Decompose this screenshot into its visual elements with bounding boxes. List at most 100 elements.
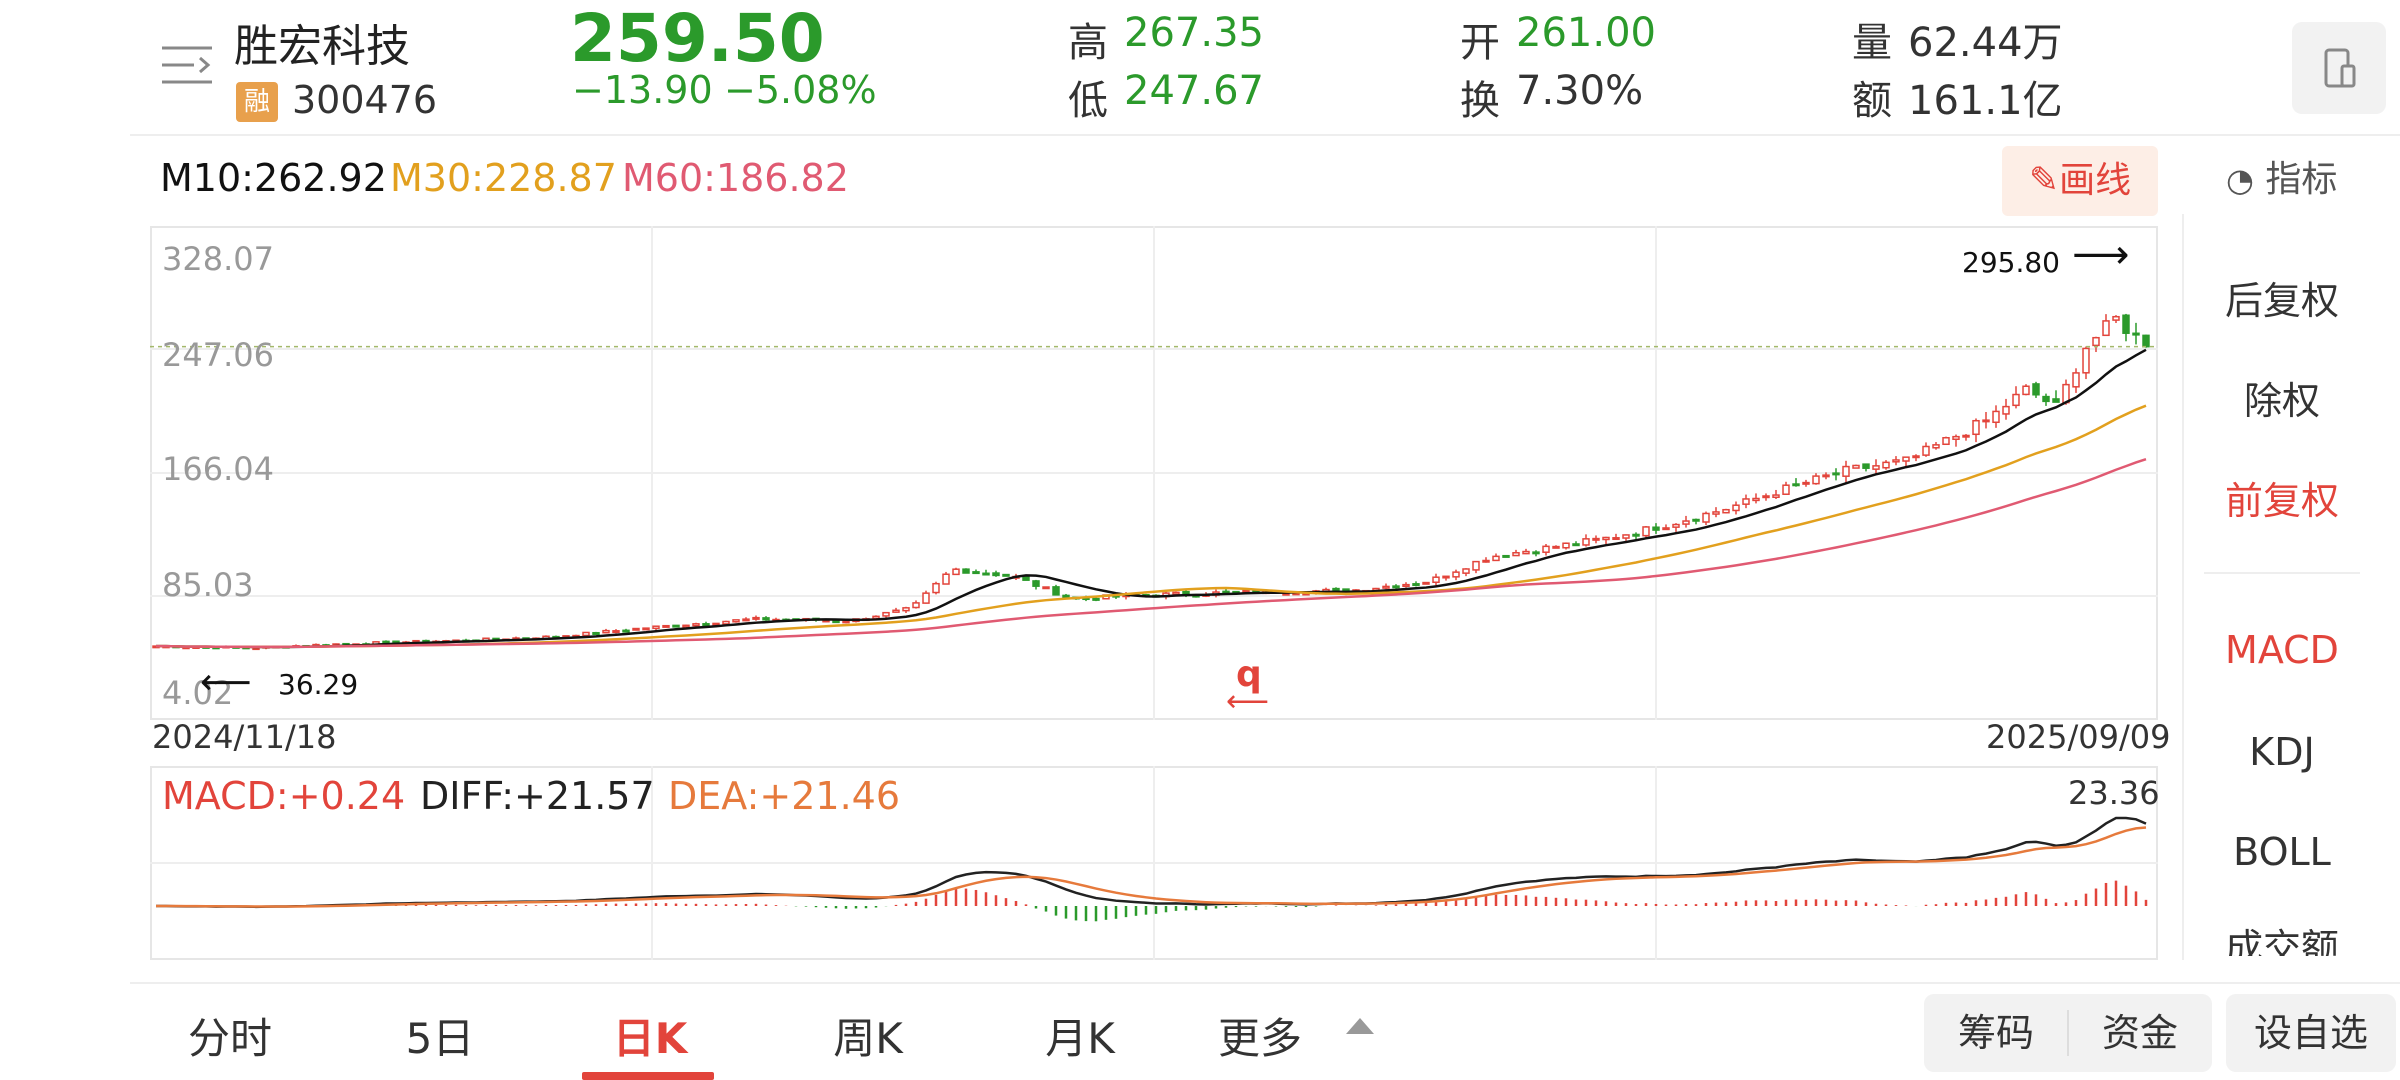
side-item-boll[interactable]: BOLL: [2182, 830, 2382, 874]
candle-body: [2012, 393, 2020, 407]
candle-body: [1922, 445, 1930, 456]
candle-body: [1832, 472, 1840, 476]
dea-value: DEA:+21.46: [668, 774, 901, 818]
candle-body: [742, 618, 750, 622]
candle-body: [1602, 536, 1610, 541]
candle-body: [752, 616, 760, 620]
candle-body: [1972, 419, 1980, 436]
candle-body: [992, 572, 1000, 577]
candle-body: [1912, 455, 1920, 459]
tab-daily-k[interactable]: 日K: [580, 1005, 720, 1066]
candle-body: [1732, 504, 1740, 512]
macd-dea-line: [155, 826, 2147, 908]
landscape-toggle-button[interactable]: [2292, 22, 2386, 114]
candle-body: [2052, 398, 2060, 403]
min-price-label: 36.29: [278, 668, 359, 701]
candle-body: [2022, 385, 2030, 396]
candle-body: [1962, 434, 1970, 438]
candle-body: [1412, 583, 1420, 587]
y-tick-1: 328.07: [162, 240, 274, 278]
funds-button[interactable]: 资金: [2068, 994, 2212, 1072]
candle-body: [882, 611, 890, 617]
draw-line-button[interactable]: ✎画线: [2002, 146, 2158, 216]
candle-body: [1722, 508, 1730, 514]
bottom-divider: [130, 982, 2400, 984]
candle-body: [1052, 586, 1060, 596]
side-item-ex-rights[interactable]: 除权: [2182, 370, 2382, 425]
ma-line-m60: [155, 457, 2147, 649]
candle-body: [2032, 383, 2040, 396]
more-caret-icon[interactable]: [1346, 1018, 1374, 1034]
candle-body: [1942, 437, 1950, 446]
side-menu-divider: [2204, 572, 2360, 574]
candle-body: [2082, 347, 2090, 374]
candle-body: [1622, 534, 1630, 539]
candle-body: [1472, 560, 1480, 571]
margin-badge: 融: [236, 82, 278, 122]
candle-body: [1932, 444, 1940, 449]
ma10-label: M10:262.92: [160, 156, 387, 200]
add-watchlist-button[interactable]: 设自选: [2226, 994, 2396, 1072]
candle-body: [1842, 465, 1850, 477]
min-arrow-icon: ⟵: [200, 662, 252, 703]
candle-body: [1502, 554, 1510, 558]
amount-value: 161.1亿: [1908, 78, 2063, 124]
side-item-amount-clip: 成交额: [2182, 924, 2382, 956]
price-change: −13.90: [572, 68, 713, 112]
candle-body: [842, 620, 850, 624]
candle-body: [932, 582, 940, 594]
side-item-back-adjust[interactable]: 后复权: [2182, 270, 2382, 325]
candle-body: [1712, 511, 1720, 515]
candle-body: [1462, 568, 1470, 574]
ma-line-m30: [155, 404, 2147, 649]
candle-body: [1582, 538, 1590, 546]
candle-body: [1482, 559, 1490, 563]
candle-body: [382, 640, 390, 644]
side-item-amount[interactable]: 成交额: [2182, 924, 2382, 956]
stock-name: 胜宏科技: [234, 21, 410, 72]
candle-body: [1242, 589, 1250, 593]
x-start-date: 2024/11/18: [152, 718, 337, 756]
candle-body: [1522, 550, 1530, 555]
candle-body: [2072, 372, 2080, 388]
chips-button[interactable]: 筹码: [1924, 994, 2068, 1072]
kline-chart[interactable]: 328.07 247.06 166.04 85.03 4.02 295.80 ⟶…: [150, 226, 2158, 720]
pencil-icon: ✎: [2028, 160, 2060, 201]
candle-body: [1662, 527, 1670, 531]
candle-body: [1792, 483, 1800, 487]
candle-body: [1652, 526, 1660, 531]
candle-body: [1772, 494, 1780, 498]
candle-body: [582, 631, 590, 637]
volume-label: 量: [1852, 20, 1892, 66]
candle-body: [1002, 573, 1010, 577]
candle-body: [1422, 581, 1430, 585]
candle-body: [2132, 332, 2140, 336]
candle-body: [982, 572, 990, 576]
menu-icon[interactable]: [160, 40, 216, 90]
price-change-pct: −5.08%: [724, 68, 877, 112]
candle-body: [1902, 456, 1910, 462]
indicator-button[interactable]: ◔ 指标: [2226, 150, 2337, 202]
tab-intraday[interactable]: 分时: [170, 1005, 290, 1066]
candle-body: [652, 625, 660, 630]
x-end-date: 2025/09/09: [1986, 718, 2171, 756]
tab-5day[interactable]: 5日: [380, 1005, 500, 1066]
candle-body: [1892, 459, 1900, 463]
side-item-macd[interactable]: MACD: [2182, 628, 2382, 672]
side-item-kdj[interactable]: KDJ: [2182, 730, 2382, 774]
candle-body: [1682, 520, 1690, 525]
tab-weekly-k[interactable]: 周K: [798, 1005, 938, 1066]
candle-body: [1332, 587, 1340, 591]
candle-body: [912, 602, 920, 609]
candle-body: [2122, 314, 2130, 334]
tab-monthly-k[interactable]: 月K: [1010, 1005, 1150, 1066]
side-item-forward-adjust[interactable]: 前复权: [2182, 470, 2382, 525]
macd-chart[interactable]: MACD:+0.24 DIFF:+21.57 DEA:+21.46 23.36: [150, 766, 2160, 960]
candle-body: [662, 624, 670, 628]
candle-body: [832, 620, 840, 624]
candle-body: [2092, 336, 2100, 347]
candle-body: [1762, 495, 1770, 499]
high-label: 高: [1068, 20, 1108, 66]
turnover-value: 7.30%: [1516, 68, 1644, 114]
tab-more[interactable]: 更多: [1200, 1005, 1320, 1066]
